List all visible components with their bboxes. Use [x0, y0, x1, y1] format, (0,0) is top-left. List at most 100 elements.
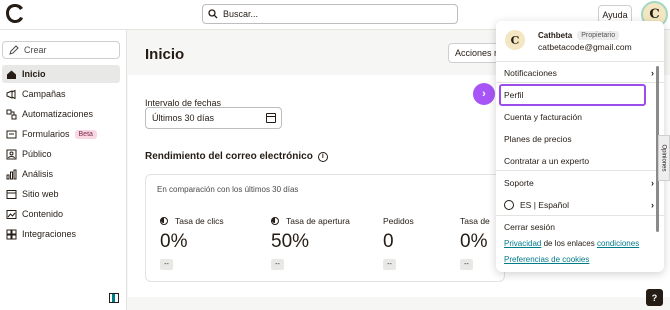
menu-item-soporte[interactable]: Soporte › — [504, 178, 654, 188]
create-label: Crear — [24, 45, 47, 55]
stat-value: 50% — [271, 231, 310, 252]
search-placeholder: Buscar... — [223, 9, 259, 19]
stat-value: 0% — [460, 231, 488, 252]
mailchimp-logo-icon[interactable] — [4, 2, 26, 26]
search-icon — [208, 9, 218, 19]
sidebar-item-label: Integraciones — [22, 229, 77, 239]
globe-icon — [504, 200, 514, 210]
integrations-icon — [6, 229, 17, 240]
menu-item-planes-precios[interactable]: Planes de precios — [504, 134, 654, 144]
sidebar: Crear Inicio Campañas Automatizaciones F… — [0, 30, 127, 310]
stat-orders: Pedidos 0 -- — [383, 216, 414, 270]
divider — [496, 215, 664, 216]
privacy-middle-text: de los enlaces — [541, 239, 597, 248]
stat-trend: -- — [160, 259, 173, 270]
stat-label: Tasa de clics — [175, 216, 224, 226]
stat-trend: -- — [271, 259, 284, 270]
audience-icon — [6, 149, 17, 160]
sidebar-item-label: Inicio — [22, 69, 46, 79]
divider — [496, 61, 664, 62]
sidebar-item-publico[interactable]: Público — [2, 145, 120, 163]
stat-value: 0% — [160, 231, 188, 252]
website-icon — [6, 189, 17, 200]
feedback-tab-label: Opiniones — [661, 144, 667, 172]
sidebar-item-label: Sitio web — [22, 189, 59, 199]
role-badge: Propietario — [577, 31, 620, 40]
sidebar-item-integraciones[interactable]: Integraciones — [2, 225, 120, 243]
stat-open-rate: Tasa de apertura 50% -- — [271, 216, 350, 270]
menu-item-cerrar-sesion[interactable]: Cerrar sesión — [504, 222, 654, 232]
feedback-tab[interactable]: Opiniones — [658, 135, 670, 181]
cookie-preferences-link[interactable]: Preferencias de cookies — [504, 255, 589, 264]
calendar-icon — [266, 113, 276, 123]
beta-badge: Beta — [74, 129, 97, 139]
menu-item-label: Cuenta y facturación — [504, 112, 582, 122]
stat-label: Tasa de apertura — [286, 216, 350, 226]
account-email: catbetacode@gmail.com — [538, 42, 632, 52]
stat-rate-partial: Tasa de 0% -- — [460, 216, 490, 270]
account-dropdown: C Cathbeta Propietario catbetacode@gmail… — [496, 21, 664, 272]
chevron-right-icon: › — [651, 178, 654, 188]
create-button[interactable]: Crear — [2, 41, 120, 59]
forms-icon — [6, 129, 17, 140]
date-range-value: Últimos 30 días — [152, 113, 215, 123]
sidebar-item-label: Público — [22, 149, 52, 159]
sidebar-item-label: Contenido — [22, 209, 64, 219]
chevron-right-icon: › — [651, 68, 654, 78]
divider — [496, 170, 664, 171]
arrow-right-icon[interactable]: › — [473, 83, 495, 105]
half-circle-icon — [160, 217, 168, 225]
sidebar-item-label: Formularios — [22, 129, 70, 139]
collapse-sidebar-icon[interactable] — [109, 293, 119, 303]
sidebar-item-automatizaciones[interactable]: Automatizaciones — [2, 105, 120, 123]
sidebar-item-label: Automatizaciones — [22, 109, 94, 119]
sidebar-item-contenido[interactable]: Contenido — [2, 205, 120, 223]
megaphone-icon — [6, 89, 17, 100]
sidebar-item-formularios[interactable]: Formularios Beta — [2, 125, 120, 143]
menu-item-label: Planes de precios — [504, 134, 572, 144]
stat-label: Tasa de — [460, 216, 490, 226]
chevron-right-icon: › — [651, 200, 654, 210]
privacy-links: Privacidad de los enlaces condiciones — [504, 239, 654, 248]
half-circle-icon — [271, 217, 279, 225]
stat-value: 0 — [383, 231, 394, 252]
menu-item-label: ES | Español — [520, 200, 569, 210]
pencil-icon — [9, 45, 19, 55]
menu-item-perfil[interactable]: Perfil — [504, 90, 654, 100]
sidebar-item-analisis[interactable]: Análisis — [2, 165, 120, 183]
date-range-select[interactable]: Últimos 30 días — [145, 107, 282, 129]
sidebar-item-label: Campañas — [22, 89, 66, 99]
home-icon — [6, 69, 17, 80]
menu-item-label: Contratar a un experto — [504, 156, 590, 166]
menu-item-idioma[interactable]: ES | Español › — [504, 200, 654, 210]
sidebar-item-inicio[interactable]: Inicio — [2, 65, 120, 83]
search-input[interactable]: Buscar... — [202, 4, 458, 24]
menu-item-contratar-experto[interactable]: Contratar a un experto — [504, 156, 654, 166]
sidebar-item-campanas[interactable]: Campañas — [2, 85, 120, 103]
help-question-button[interactable]: ? — [646, 289, 663, 306]
stat-trend: -- — [383, 259, 396, 270]
menu-item-cuenta-facturacion[interactable]: Cuenta y facturación — [504, 112, 654, 122]
performance-title-text: Rendimiento del correo electrónico — [145, 151, 313, 162]
sidebar-item-sitio-web[interactable]: Sitio web — [2, 185, 120, 203]
comparison-text: En comparación con los últimos 30 días — [157, 185, 299, 194]
privacy-link[interactable]: Privacidad — [504, 239, 541, 248]
info-icon[interactable]: i — [317, 151, 328, 162]
divider — [496, 82, 664, 83]
page-title: Inicio — [145, 46, 185, 63]
sidebar-item-label: Análisis — [22, 169, 54, 179]
menu-item-notificaciones[interactable]: Notificaciones › — [504, 68, 654, 78]
automation-icon — [6, 109, 17, 120]
menu-item-label: Cerrar sesión — [504, 222, 556, 232]
content-icon — [6, 209, 17, 220]
analytics-icon — [6, 169, 17, 180]
stat-label: Pedidos — [383, 216, 414, 226]
stats-box: En comparación con los últimos 30 días T… — [145, 174, 505, 282]
terms-link[interactable]: condiciones — [597, 239, 639, 248]
performance-title: Rendimiento del correo electrónico i — [145, 151, 328, 162]
menu-item-label: Notificaciones — [504, 68, 557, 78]
cookie-preferences: Preferencias de cookies — [504, 255, 654, 264]
account-name-text: Cathbeta — [538, 31, 573, 40]
stat-click-rate: Tasa de clics 0% -- — [160, 216, 224, 270]
dropdown-avatar: C — [505, 30, 525, 50]
